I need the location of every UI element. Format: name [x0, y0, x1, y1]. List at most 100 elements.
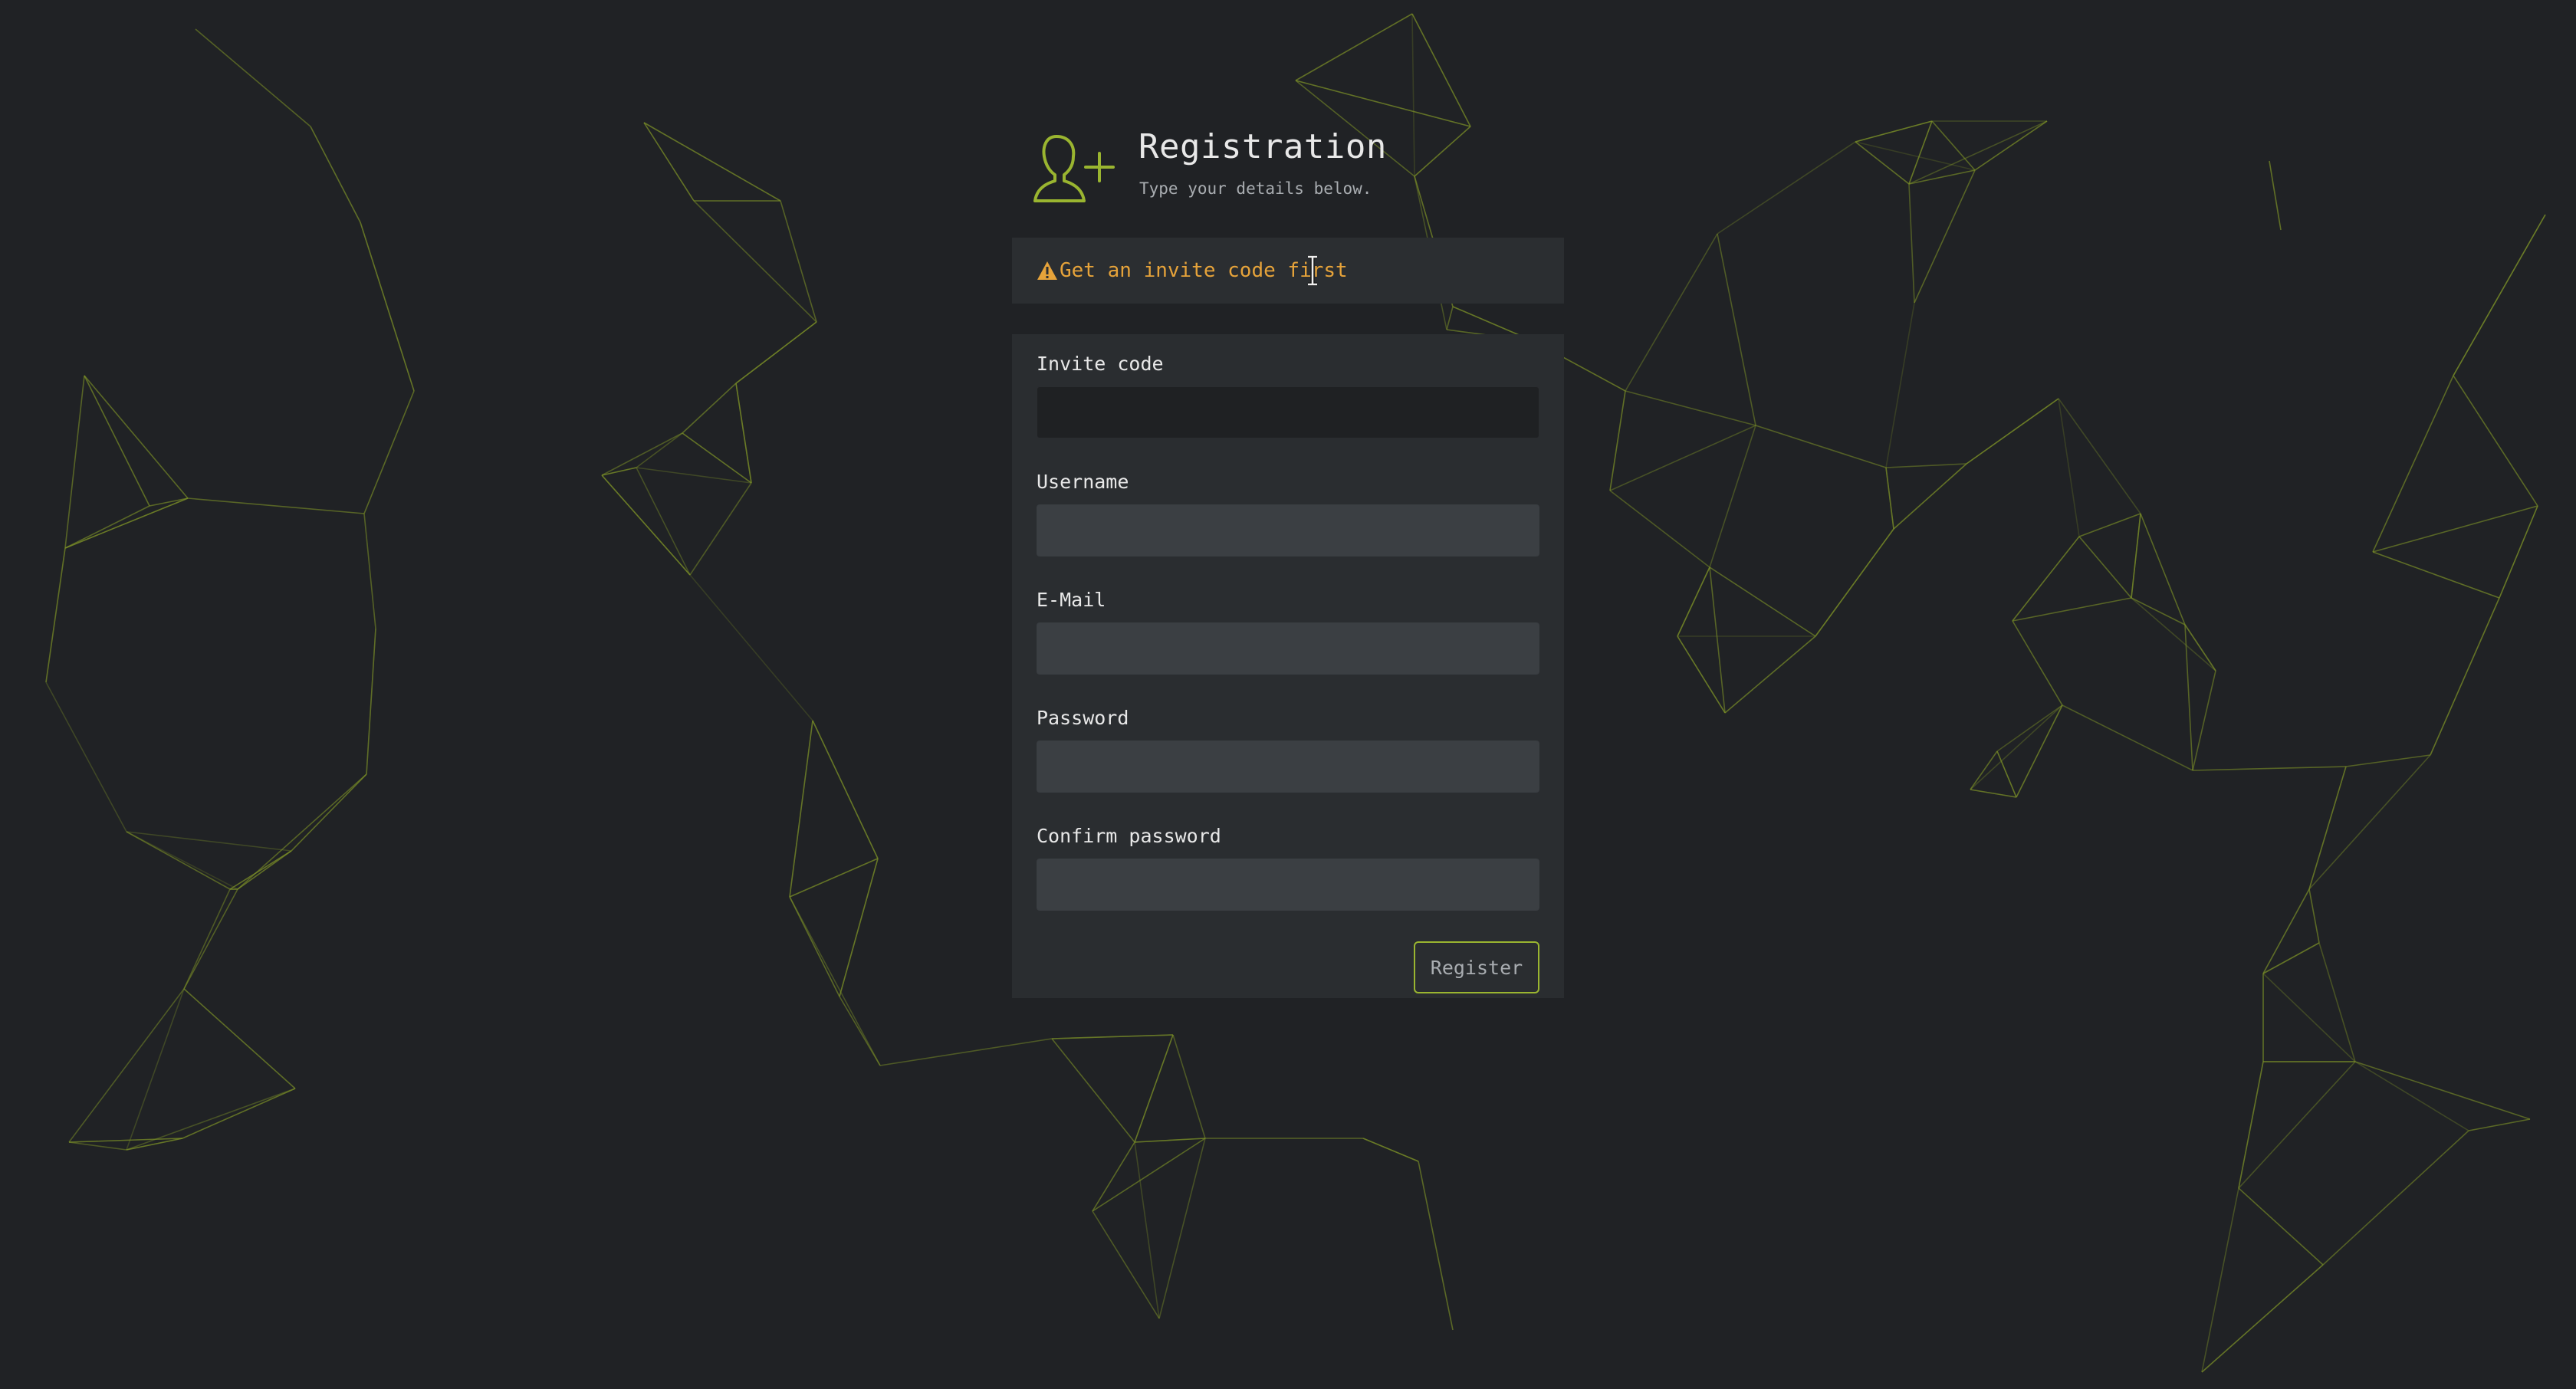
background-network-line [1893, 463, 1967, 530]
background-network-line [64, 375, 85, 549]
background-network-line [363, 390, 415, 514]
background-network-line [1051, 1038, 1135, 1143]
background-network-line [2012, 597, 2132, 622]
background-network-line [45, 547, 66, 683]
form-actions: Register [1037, 941, 1539, 993]
background-network-line [2058, 398, 2141, 514]
background-network-line [1158, 1138, 1206, 1319]
background-network-line [2372, 551, 2500, 599]
register-button[interactable]: Register [1414, 941, 1539, 993]
background-network-line [1970, 750, 1998, 790]
background-network-line [2078, 536, 2132, 599]
background-network-line [182, 1088, 296, 1139]
background-network-line [636, 467, 691, 576]
background-network-line [1709, 425, 1756, 568]
background-network-line [126, 831, 238, 890]
background-network-line [310, 126, 361, 223]
background-network-line [1974, 120, 2048, 171]
background-network-line [839, 858, 879, 997]
background-network-line [789, 720, 813, 898]
background-network-line [2499, 505, 2538, 599]
background-network-line [2238, 1187, 2324, 1266]
background-network-line [1931, 120, 1976, 171]
password-label: Password [1037, 707, 1129, 729]
background-network-line [2238, 1061, 2264, 1189]
background-network-line [2345, 754, 2431, 767]
background-network-line [2078, 513, 2141, 537]
background-network-line [2016, 704, 2063, 798]
background-network-line [1724, 635, 1816, 714]
confirm-password-label: Confirm password [1037, 825, 1221, 847]
background-network-line [1996, 750, 2017, 798]
invite-code-input[interactable] [1037, 386, 1539, 438]
background-network-line [2012, 536, 2080, 622]
email-input[interactable] [1037, 622, 1539, 675]
password-field-group: Password [1037, 705, 1539, 793]
add-user-icon [1033, 135, 1115, 202]
background-network-line [1970, 704, 2063, 790]
background-network-line [2322, 1130, 2469, 1266]
background-network-line [1362, 1138, 1419, 1162]
page-subtitle: Type your details below. [1139, 179, 1372, 198]
background-network-line [291, 773, 367, 852]
background-network-line [789, 896, 881, 1066]
background-network-line [2308, 888, 2320, 944]
username-label: Username [1037, 471, 1129, 493]
background-network-line [1092, 1141, 1135, 1212]
background-network-line [1625, 233, 1718, 392]
background-network-line [2058, 398, 2080, 537]
background-network-line [68, 1141, 127, 1151]
background-network-line [1815, 528, 1894, 637]
background-network-line [682, 383, 737, 434]
invite-code-field-group: Invite code [1037, 351, 1539, 438]
background-network-line [195, 28, 311, 127]
background-network-line [126, 988, 185, 1151]
username-input[interactable] [1037, 504, 1539, 557]
registration-container: Registration Type your details below. Ge… [1012, 123, 1564, 998]
confirm-password-field-group: Confirm password [1037, 823, 1539, 911]
background-network-line [1609, 490, 1710, 568]
background-network-line [1625, 390, 1756, 426]
username-field-group: Username [1037, 469, 1539, 557]
background-network-line [183, 888, 231, 990]
invite-code-label: Invite code [1037, 353, 1164, 375]
background-network-line [1134, 1141, 1160, 1319]
background-network-line [1092, 1210, 1160, 1319]
background-network-line [183, 888, 238, 990]
background-network-line [789, 858, 879, 898]
background-network-line [2354, 1061, 2469, 1131]
registration-form: Invite code Username E-Mail Password Con… [1012, 334, 1564, 998]
background-network-line [689, 574, 813, 721]
background-network-line [1709, 566, 1816, 637]
background-network-line [2131, 597, 2216, 672]
background-network-line [2192, 766, 2347, 771]
background-network-line [363, 513, 376, 629]
background-network-line [1051, 1034, 1174, 1039]
background-network-line [1755, 425, 1887, 468]
background-network-line [643, 122, 781, 202]
password-input[interactable] [1037, 740, 1539, 793]
confirm-password-input[interactable] [1037, 859, 1539, 911]
background-network-line [1885, 463, 1967, 468]
background-network-line [1717, 141, 1856, 235]
background-network-line [636, 432, 683, 468]
page-title: Registration [1138, 127, 1387, 166]
background-network-line [183, 988, 296, 1089]
background-network-line [1966, 398, 2059, 465]
background-network-line [2468, 1118, 2531, 1131]
background-network-line [601, 474, 691, 576]
background-network-line [735, 321, 817, 384]
background-network-line [2131, 513, 2141, 599]
background-network-line [2354, 1061, 2531, 1120]
background-network-line [1885, 302, 1915, 468]
background-network-line [1855, 120, 1933, 143]
background-network-line [360, 222, 415, 392]
background-network-line [735, 383, 752, 484]
invite-warning-alert: Get an invite code first [1012, 238, 1564, 304]
background-network-line [126, 831, 292, 852]
background-network-line [366, 628, 376, 775]
background-network-line [68, 988, 185, 1143]
background-network-line [1609, 425, 1756, 491]
background-network-line [64, 497, 189, 549]
background-network-line [1908, 169, 1976, 185]
